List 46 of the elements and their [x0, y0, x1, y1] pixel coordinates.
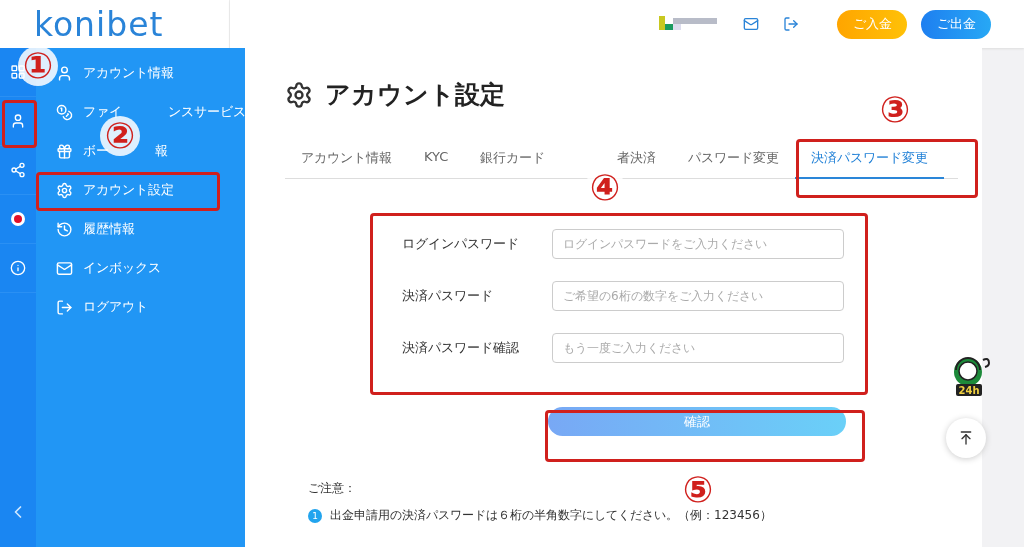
- user-icon[interactable]: [10, 113, 26, 129]
- settings-icon: [285, 80, 313, 109]
- tab[interactable]: アカウント情報: [285, 149, 408, 179]
- coins-icon: [56, 103, 73, 121]
- sidebar-item[interactable]: アカウント情報: [83, 64, 174, 82]
- gear-icon: [56, 181, 73, 199]
- gift-icon: [56, 142, 73, 160]
- sidebar-item[interactable]: ログアウト: [83, 298, 148, 316]
- sidebar-item[interactable]: インボックス: [83, 259, 161, 277]
- mail-icon: [56, 259, 73, 277]
- tab[interactable]: パスワード変更: [672, 149, 796, 179]
- notes-title: ご注意：: [308, 480, 356, 497]
- password-field[interactable]: ご希望の6桁の数字をご入力ください: [552, 281, 844, 311]
- page-title: アカウント設定: [325, 79, 505, 111]
- password-field[interactable]: ログインパスワードをご入力ください: [552, 229, 844, 259]
- sidebar-item[interactable]: ボー: [83, 142, 109, 160]
- scroll-top-button[interactable]: [946, 418, 986, 458]
- tab[interactable]: 決済パスワード変更: [795, 149, 945, 179]
- sidebar-item[interactable]: アカウント設定: [83, 181, 174, 199]
- sidebar-item[interactable]: ファイ: [83, 103, 122, 121]
- tab[interactable]: KYC: [408, 149, 465, 179]
- field-label: ログインパスワード: [401, 235, 520, 253]
- user-icon: [56, 64, 73, 82]
- annotation-frame: [2, 100, 37, 148]
- deposit-button[interactable]: ご入金: [837, 9, 907, 39]
- tab[interactable]: 銀行カード: [464, 149, 562, 179]
- note-number: 1: [308, 508, 322, 523]
- withdraw-button[interactable]: ご出金: [921, 9, 991, 39]
- field-label: 決済パスワード確認: [401, 339, 520, 357]
- info-icon[interactable]: [10, 260, 26, 276]
- note-text: 出金申請用の決済パスワードは６桁の半角数字にしてください。（例：123456）: [330, 507, 772, 524]
- sidebar-item[interactable]: 報: [155, 142, 168, 160]
- sidebar-item[interactable]: ンスサービス: [168, 103, 246, 121]
- record-icon[interactable]: [10, 211, 26, 227]
- avatar-icon: [659, 16, 719, 32]
- password-field[interactable]: もう一度ご入力ください: [552, 333, 844, 363]
- confirm-button[interactable]: 確認: [548, 407, 846, 436]
- logout-icon: [56, 298, 73, 316]
- mail-icon[interactable]: [743, 16, 759, 32]
- share-icon[interactable]: [10, 162, 26, 178]
- field-label: 決済パスワード: [401, 287, 494, 305]
- support-mascot-drawing[interactable]: 24h: [950, 354, 992, 398]
- scroll-top-icon: [958, 430, 974, 446]
- sidebar-item[interactable]: 履歴情報: [83, 220, 135, 238]
- history-icon: [56, 220, 73, 238]
- logout-icon[interactable]: [783, 16, 799, 32]
